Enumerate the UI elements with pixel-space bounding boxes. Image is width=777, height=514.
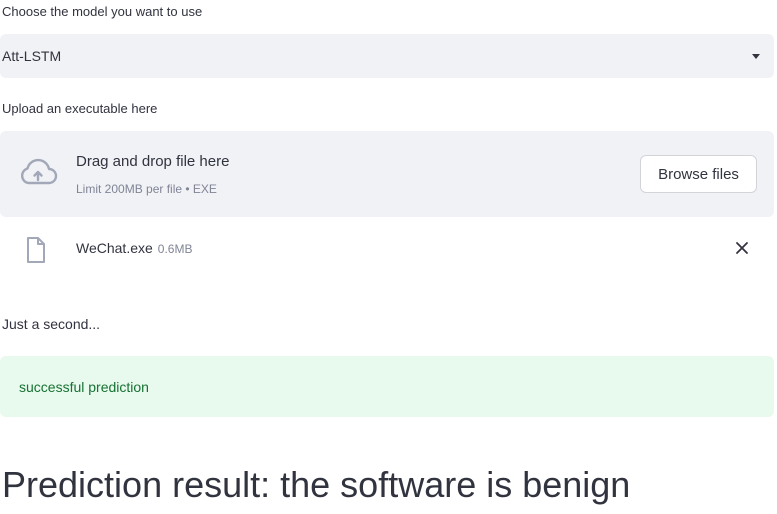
success-alert-text: successful prediction (19, 378, 149, 395)
cloud-upload-icon (21, 158, 58, 185)
remove-file-button[interactable] (730, 236, 754, 260)
close-icon (736, 242, 748, 254)
success-alert: successful prediction (0, 356, 774, 417)
model-select-value: Att-LSTM (2, 48, 62, 64)
file-size: 0.6MB (157, 242, 193, 256)
uploaded-file-name: WeChat.exe 0.6MB (76, 240, 192, 256)
dropzone-limit: Limit 200MB per file • EXE (76, 182, 217, 196)
dropzone-title: Drag and drop file here (76, 153, 230, 170)
model-select-label: Choose the model you want to use (2, 4, 203, 19)
chevron-down-icon[interactable] (752, 53, 760, 59)
model-select[interactable]: Att-LSTM (0, 34, 774, 78)
prediction-result-heading: Prediction result: the software is benig… (2, 464, 631, 505)
file-name-text: WeChat.exe (76, 240, 153, 256)
uploaded-file-row: WeChat.exe 0.6MB (0, 228, 774, 272)
file-icon (27, 237, 45, 263)
browse-files-button[interactable]: Browse files (640, 155, 757, 193)
file-dropzone[interactable]: Drag and drop file here Limit 200MB per … (0, 131, 774, 217)
upload-label: Upload an executable here (2, 101, 158, 116)
status-text: Just a second... (2, 316, 101, 332)
